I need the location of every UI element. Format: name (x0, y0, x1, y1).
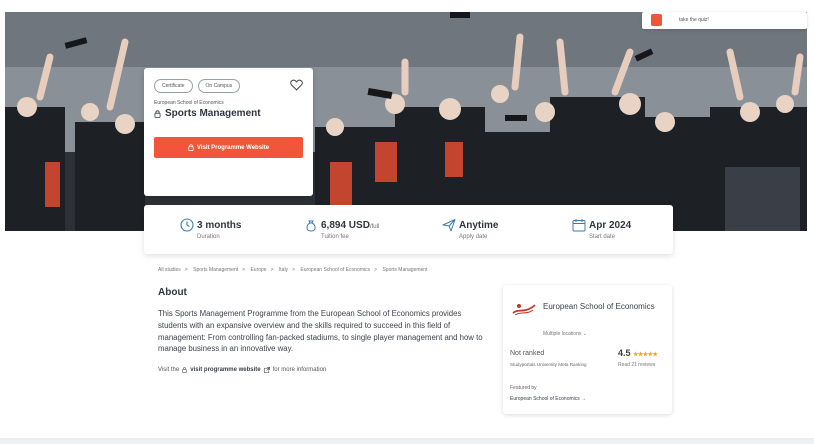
duration-label: Duration (197, 234, 220, 240)
rating-value: 4.5 (618, 348, 631, 358)
page: take the quiz! Certificate On Campus Eur… (0, 0, 814, 444)
calendar-icon (572, 219, 586, 232)
chevron-down-icon: ⌄ (582, 331, 587, 337)
graduation-crowd-photo (5, 12, 807, 231)
ranking-source: Studyportals University Meta Ranking (510, 362, 587, 367)
page-footer-divider (0, 438, 814, 444)
chevron-right-icon: > (374, 267, 378, 273)
start-date-value: Apr 2024 (589, 220, 632, 231)
apply-date-label: Apply date (459, 234, 488, 240)
tag-on-campus: On Campus (197, 79, 241, 93)
school-name[interactable]: European School of Economics (154, 100, 224, 106)
programme-title: Sports Management (165, 108, 261, 119)
tuition-value: 6,894 USD/full (321, 220, 380, 231)
start-date-label: Start date (589, 234, 616, 240)
chevron-right-icon: > (292, 267, 295, 273)
breadcrumb-item[interactable]: European School of Economics (300, 267, 370, 273)
breadcrumb-item[interactable]: Italy (279, 267, 288, 273)
visit-website-line: Visit the visit programme website for mo… (158, 367, 326, 373)
lock-icon (154, 109, 161, 118)
quiz-banner-text: take the quiz! (679, 17, 709, 23)
rating: 4.5 ★★★★★ (618, 348, 658, 358)
read-reviews-link[interactable]: Read 21 reviews (618, 362, 655, 368)
clock-icon (180, 218, 194, 232)
about-text: This Sports Management Programme from th… (158, 309, 483, 354)
heart-icon[interactable] (290, 79, 303, 91)
university-logo (512, 304, 536, 316)
external-link-icon (263, 367, 270, 373)
chevron-right-icon: > (242, 267, 246, 273)
university-name[interactable]: European School of Economics (543, 300, 663, 313)
featured-name: European School of Economics (510, 396, 580, 402)
visit-button-label: Visit Programme Website (196, 144, 270, 151)
ranking-status: Not ranked (510, 350, 545, 357)
visit-programme-website-link[interactable]: visit programme website (190, 367, 260, 373)
visit-prefix: Visit the (158, 367, 180, 373)
visit-programme-website-button[interactable]: Visit Programme Website (154, 137, 303, 158)
lock-icon (182, 367, 187, 373)
university-card: European School of Economics Multiple lo… (503, 285, 672, 414)
featured-link[interactable]: European School of Economics → (510, 396, 586, 402)
breadcrumb-item[interactable]: All studies (158, 267, 181, 273)
programme-card: Certificate On Campus European School of… (144, 68, 313, 196)
featured-label: Featured by (510, 385, 537, 391)
quiz-banner[interactable]: take the quiz! (642, 12, 807, 29)
breadcrumb: All studies > Sports Management > Europe > … (158, 267, 431, 273)
paper-plane-icon (442, 219, 456, 232)
lock-icon (188, 144, 194, 151)
about-heading: About (158, 287, 187, 298)
tuition-label: Tuition fee (321, 234, 349, 240)
visit-suffix: for more information (272, 367, 327, 373)
multiple-locations[interactable]: Multiple locations ⌄ (543, 331, 587, 337)
locations-label: Multiple locations (543, 331, 582, 337)
duration-value: 3 months (197, 220, 242, 231)
star-rating-icon: ★★★★★ (633, 352, 658, 358)
breadcrumb-current: Sports Management (382, 267, 428, 273)
breadcrumb-item[interactable]: Europe (250, 267, 266, 273)
programme-title-row: Sports Management (154, 108, 261, 119)
programme-tags: Certificate On Campus (154, 79, 241, 93)
key-facts-bar: 3 months Duration 6,894 USD/full Tuition… (144, 205, 673, 254)
hero-photo (5, 12, 807, 231)
quiz-logo-icon (651, 14, 662, 26)
apply-date-value: Anytime (459, 220, 499, 231)
tag-certificate: Certificate (154, 79, 193, 93)
chevron-right-icon: > (184, 267, 188, 273)
money-bag-icon (306, 220, 316, 232)
arrow-right-icon: → (581, 396, 587, 402)
breadcrumb-item[interactable]: Sports Management (193, 267, 238, 273)
chevron-right-icon: > (270, 267, 274, 273)
